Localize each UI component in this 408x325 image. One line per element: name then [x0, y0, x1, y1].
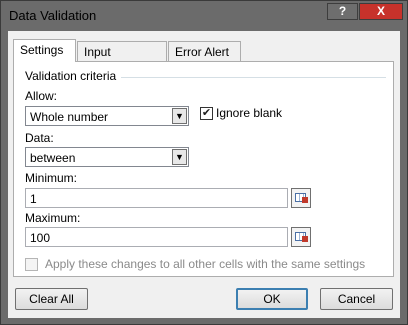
range-pick-marker	[302, 236, 308, 242]
settings-panel: Validation criteria Allow: Whole number …	[13, 61, 394, 277]
maximum-input[interactable]: 100	[25, 227, 288, 247]
allow-value: Whole number	[30, 110, 109, 124]
ignore-blank-checkbox[interactable]: ✔	[200, 107, 213, 120]
dialog-body: Settings Input Message Error Alert Valid…	[8, 31, 400, 318]
tab-error-alert[interactable]: Error Alert	[168, 41, 241, 61]
tab-error-alert-label: Error Alert	[175, 45, 230, 59]
data-value: between	[30, 151, 76, 165]
minimum-range-select-button[interactable]	[291, 188, 311, 208]
clear-all-label: Clear All	[29, 292, 74, 306]
checkmark-icon: ✔	[201, 107, 212, 119]
apply-all-checkbox[interactable]	[25, 258, 38, 271]
apply-all-label: Apply these changes to all other cells w…	[45, 257, 366, 271]
cancel-button[interactable]: Cancel	[320, 288, 393, 310]
minimum-value: 1	[30, 192, 37, 206]
validation-criteria-label: Validation criteria	[25, 69, 117, 83]
tab-input-message[interactable]: Input Message	[77, 41, 167, 79]
minimum-label: Minimum:	[25, 171, 78, 185]
dialog-window: Data Validation ? X Settings Input Messa…	[0, 0, 408, 325]
help-icon: ?	[338, 4, 347, 18]
allow-dropdown[interactable]: Whole number ▼	[25, 106, 189, 126]
help-button[interactable]: ?	[327, 3, 358, 20]
title-bar[interactable]: Data Validation ? X	[1, 1, 407, 31]
range-pick-marker	[302, 197, 308, 203]
group-divider	[121, 77, 386, 78]
window-title: Data Validation	[9, 8, 97, 23]
tab-settings[interactable]: Settings	[13, 39, 76, 62]
maximum-range-select-button[interactable]	[291, 227, 311, 247]
maximum-value: 100	[30, 231, 51, 245]
close-button[interactable]: X	[359, 3, 403, 20]
ok-button[interactable]: OK	[236, 288, 308, 310]
maximum-label: Maximum:	[25, 211, 81, 225]
close-icon: X	[376, 4, 385, 18]
cancel-label: Cancel	[337, 292, 376, 306]
chevron-down-icon[interactable]: ▼	[172, 108, 187, 124]
clear-all-button[interactable]: Clear All	[15, 288, 88, 310]
data-dropdown[interactable]: between ▼	[25, 147, 189, 167]
ignore-blank-label: Ignore blank	[216, 106, 283, 120]
ok-label: OK	[263, 292, 281, 306]
tab-settings-label: Settings	[20, 43, 64, 57]
chevron-down-icon[interactable]: ▼	[172, 149, 187, 165]
data-label: Data:	[25, 131, 54, 145]
allow-label: Allow:	[25, 89, 58, 103]
minimum-input[interactable]: 1	[25, 188, 288, 208]
